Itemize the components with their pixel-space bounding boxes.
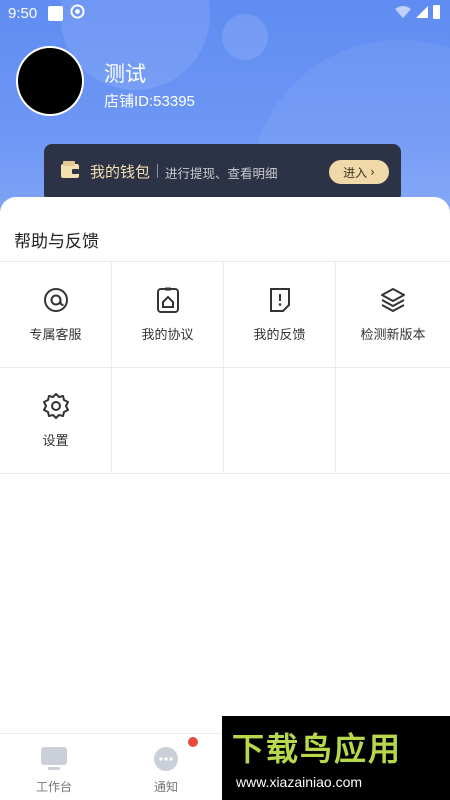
tab-label: 工作台: [35, 780, 72, 794]
watermark-url: www.xiazainiao.com: [236, 774, 363, 790]
divider: [157, 164, 158, 178]
status-time: 9:50: [8, 5, 38, 22]
help-item-agreement[interactable]: 我的协议: [112, 262, 224, 368]
notification-square-icon: [48, 6, 63, 21]
help-item-feedback[interactable]: 我的反馈: [224, 262, 336, 368]
help-feedback-panel: 帮助与反馈 专属客服 我的协议 我的反馈 检测新版本 设置: [0, 197, 450, 733]
notification-badge: [188, 737, 198, 747]
wallet-subtitle: 进行提现、查看明细: [165, 166, 278, 181]
layers-icon: [381, 288, 405, 312]
status-bar: 9:50: [0, 0, 450, 28]
signal-icon: [416, 6, 428, 18]
tab-label: 通知: [153, 780, 178, 794]
empty-cell: [336, 368, 450, 474]
empty-cell: [112, 368, 224, 474]
battery-icon: [433, 5, 440, 19]
feedback-icon: [269, 288, 290, 312]
agreement-icon: [156, 287, 179, 313]
chevron-right-icon: ›: [370, 165, 375, 179]
wallet-icon: [61, 161, 79, 178]
help-item-label: 检测新版本: [360, 328, 426, 343]
help-item-label: 专属客服: [29, 328, 82, 343]
wallet-card[interactable]: 我的钱包 进行提现、查看明细 进入 ›: [44, 144, 401, 202]
watermark-logo: 下载鸟应用 www.xiazainiao.com: [222, 716, 450, 800]
tab-notifications[interactable]: 通知: [112, 734, 220, 800]
gear-icon: [42, 393, 69, 419]
help-item-settings[interactable]: 设置: [0, 368, 112, 474]
tab-workbench[interactable]: 工作台: [0, 734, 108, 800]
help-item-check-version[interactable]: 检测新版本: [336, 262, 450, 368]
help-grid: 专属客服 我的协议 我的反馈 检测新版本 设置: [0, 262, 450, 474]
wallet-enter-button[interactable]: 进入 ›: [329, 160, 389, 184]
help-item-support[interactable]: 专属客服: [0, 262, 112, 368]
section-title: 帮助与反馈: [14, 232, 99, 252]
shop-name: 测试: [104, 62, 146, 86]
watermark-title: 下载鸟应用: [232, 730, 403, 768]
help-item-label: 设置: [42, 434, 69, 449]
help-item-label: 我的反馈: [253, 328, 306, 343]
empty-cell: [224, 368, 336, 474]
wallet-title: 我的钱包: [90, 163, 151, 181]
enter-label: 进入: [343, 165, 368, 180]
at-icon: [43, 288, 68, 312]
monitor-icon: [41, 747, 67, 770]
sync-icon: [70, 4, 85, 23]
wifi-icon: [395, 6, 411, 18]
avatar[interactable]: [16, 46, 84, 116]
chat-bubble-icon: [154, 747, 178, 771]
shop-id: 店铺ID:53395: [104, 93, 195, 110]
help-item-label: 我的协议: [141, 328, 194, 343]
